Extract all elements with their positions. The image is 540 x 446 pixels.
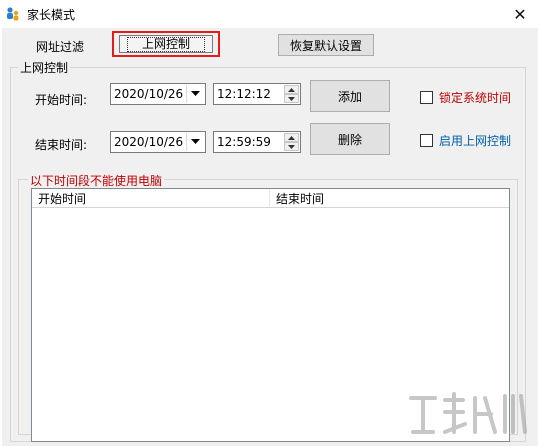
close-button[interactable]: ✕ <box>500 0 540 28</box>
column-header-end[interactable]: 结束时间 <box>270 189 509 207</box>
end-time-value: 12:59:59 <box>217 135 271 149</box>
spin-down-button[interactable] <box>284 94 299 103</box>
lock-time-checkbox[interactable]: 锁定系统时间 <box>420 89 511 106</box>
start-time-field[interactable]: 12:12:12 <box>213 83 301 105</box>
arrow-down-icon <box>288 144 295 149</box>
start-date-dropdown[interactable] <box>186 85 204 103</box>
arrow-down-icon <box>288 96 295 101</box>
end-date-dropdown[interactable] <box>186 133 204 151</box>
chevron-down-icon <box>191 91 200 96</box>
enable-control-label: 启用上网控制 <box>439 134 512 148</box>
end-date-value: 2020/10/26 <box>114 135 184 149</box>
reset-defaults-button[interactable]: 恢复默认设置 <box>278 34 374 56</box>
watermark-logo <box>409 392 527 434</box>
lock-time-label: 锁定系统时间 <box>439 91 512 105</box>
add-button[interactable]: 添加 <box>310 80 390 112</box>
spin-up-button[interactable] <box>284 85 299 94</box>
start-time-spinner[interactable] <box>284 85 299 103</box>
arrow-up-icon <box>288 135 295 140</box>
arrow-up-icon <box>288 87 295 92</box>
end-time-label: 结束时间: <box>35 138 88 152</box>
spin-up-button[interactable] <box>284 133 299 142</box>
dialog-client: 网址过滤 上网控制 恢复默认设置 上网控制 开始时间: 2020/10/26 1… <box>2 28 538 446</box>
start-date-picker[interactable]: 2020/10/26 <box>110 83 206 105</box>
title-bar: 家长模式 ✕ <box>0 0 540 28</box>
blocked-periods-title: 以下时间段不能使用电脑 <box>28 172 165 189</box>
window-title: 家长模式 <box>27 8 76 22</box>
list-header: 开始时间 结束时间 <box>32 189 509 208</box>
app-icon <box>7 7 19 21</box>
enable-control-checkbox[interactable]: 启用上网控制 <box>420 132 511 149</box>
control-group-title: 上网控制 <box>18 59 71 76</box>
checkbox-box[interactable] <box>420 91 433 104</box>
end-time-spinner[interactable] <box>284 133 299 151</box>
start-date-value: 2020/10/26 <box>114 87 184 101</box>
tab-internet-control-label: 上网控制 <box>126 36 205 52</box>
spin-down-button[interactable] <box>284 142 299 151</box>
end-date-picker[interactable]: 2020/10/26 <box>110 131 206 153</box>
start-time-value: 12:12:12 <box>217 87 271 101</box>
highlight-box: 上网控制 <box>112 31 220 57</box>
start-time-label: 开始时间: <box>35 93 88 107</box>
close-icon: ✕ <box>513 4 527 24</box>
checkbox-box[interactable] <box>420 134 433 147</box>
tab-url-filter[interactable]: 网址过滤 <box>36 38 84 55</box>
end-time-field[interactable]: 12:59:59 <box>213 131 301 153</box>
column-header-start[interactable]: 开始时间 <box>32 189 270 207</box>
delete-button[interactable]: 删除 <box>310 123 390 155</box>
tab-internet-control[interactable]: 上网控制 <box>119 35 213 53</box>
chevron-down-icon <box>191 139 200 144</box>
